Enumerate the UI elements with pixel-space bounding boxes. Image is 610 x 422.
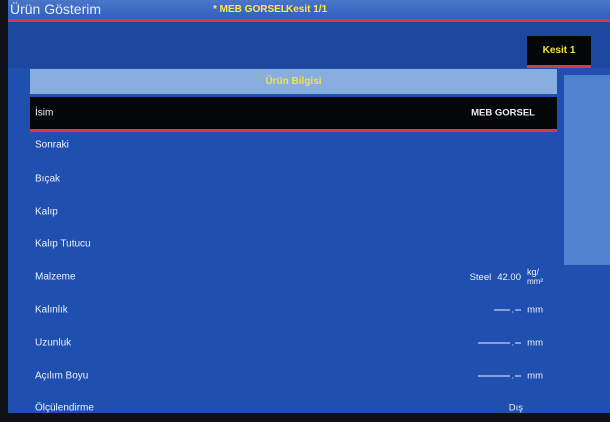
unit-denominator: mm² (527, 277, 543, 286)
row-label: Kalıp (35, 206, 58, 218)
product-info-header: Ürün Bilgisi (30, 69, 557, 94)
row-die-holder[interactable]: Kalıp Tutucu (30, 228, 557, 260)
section-indicator: Kesit 1/1 (286, 4, 328, 15)
unit-numerator: kg/ (527, 267, 540, 277)
row-label: Kalıp Tutucu (35, 238, 91, 250)
row-next[interactable]: Sonraki (30, 129, 557, 161)
material-value: Steel 42.00 kg/ mm² (469, 267, 543, 287)
value-blank (477, 342, 510, 344)
flat-length-value: . mm (477, 370, 543, 382)
row-label: Açılım Boyu (35, 370, 89, 382)
material-strength: 42.00 (497, 271, 521, 283)
material-name: Steel (469, 271, 492, 283)
row-flat-length[interactable]: Açılım Boyu . mm (30, 360, 557, 392)
unit: mm (527, 304, 543, 316)
material-unit: kg/ mm² (527, 267, 543, 287)
value-blank (477, 375, 510, 377)
value-blank (515, 375, 522, 377)
side-panel (564, 75, 610, 265)
row-name[interactable]: İsim MEB GORSEL (30, 97, 557, 132)
value-blank (515, 309, 522, 311)
unit: mm (527, 337, 543, 349)
row-dimensioning[interactable]: Ölçülendirme Dış (30, 392, 557, 414)
screen: Ürün Gösterim * MEB GORSEL Kesit 1/1 Kes… (8, 0, 610, 413)
file-name: * MEB GORSEL (213, 4, 287, 15)
row-length[interactable]: Uzunluk . mm (30, 327, 557, 359)
unit: mm (527, 370, 543, 382)
dimensioning-value: Dış (508, 402, 523, 414)
tab-section-1[interactable]: Kesit 1 (527, 36, 591, 68)
row-label: Malzeme (35, 271, 76, 283)
decimal-point: . (511, 337, 515, 349)
value-blank (493, 309, 510, 311)
decimal-point: . (511, 370, 515, 382)
toolbar-area (8, 22, 610, 68)
title-bar: Ürün Gösterim * MEB GORSEL Kesit 1/1 (8, 0, 610, 22)
row-label: Ölçülendirme (35, 402, 94, 414)
row-label: Bıçak (35, 173, 61, 185)
name-value: MEB GORSEL (471, 107, 535, 119)
row-label: Kalınlık (35, 304, 68, 316)
row-thickness[interactable]: Kalınlık . mm (30, 294, 557, 326)
thickness-value: . mm (493, 304, 543, 316)
value-blank (515, 342, 522, 344)
app-title: Ürün Gösterim (10, 1, 102, 17)
row-label: Sonraki (35, 139, 69, 151)
row-blade[interactable]: Bıçak (30, 163, 557, 195)
row-label: Uzunluk (35, 337, 72, 349)
row-material[interactable]: Malzeme Steel 42.00 kg/ mm² (30, 261, 557, 293)
length-value: . mm (477, 337, 543, 349)
row-die[interactable]: Kalıp (30, 196, 557, 228)
decimal-point: . (511, 304, 515, 316)
row-label: İsim (35, 107, 54, 119)
